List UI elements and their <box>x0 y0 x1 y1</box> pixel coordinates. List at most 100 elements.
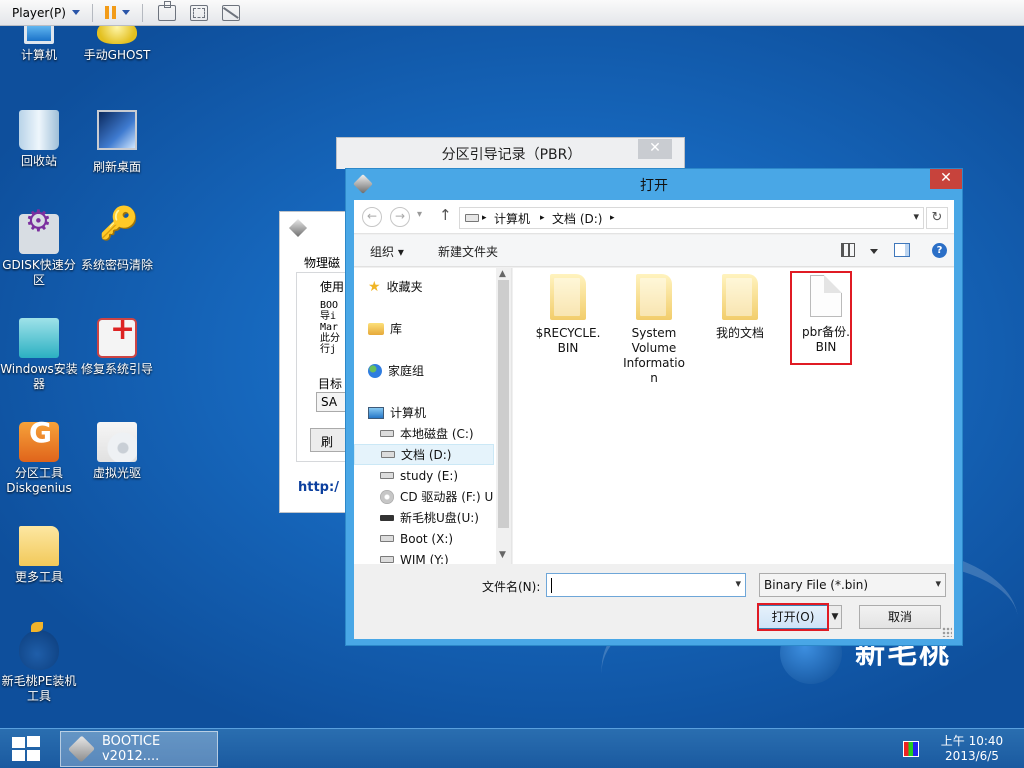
desktop-icon-gdisk[interactable]: GDISK快速分区 <box>0 214 78 288</box>
refresh-icon[interactable]: ↻ <box>926 207 948 229</box>
open-options-dropdown[interactable]: ▼ <box>828 605 842 629</box>
nav-item-drive-y[interactable]: WIM (Y:) <box>380 549 511 564</box>
use-label: 使用 <box>320 280 345 294</box>
chevron-down-icon[interactable] <box>870 249 878 254</box>
desktop-icon-more-tools[interactable]: 更多工具 <box>0 526 78 585</box>
new-folder-button[interactable]: 新建文件夹 <box>438 243 498 260</box>
nav-item-label: 新毛桃U盘(U:) <box>400 511 479 525</box>
drive-icon <box>381 451 395 458</box>
dialog-title: 打开 <box>640 178 668 194</box>
nav-item-drive-e[interactable]: study (E:) <box>380 465 511 486</box>
recent-locations-button[interactable]: ▾ <box>417 209 422 220</box>
desktop-icon-diskgenius[interactable]: 分区工具Diskgenius <box>0 422 78 496</box>
breadcrumb-item-computer[interactable]: 计算机 <box>494 210 530 227</box>
desktop-icon-password-clear[interactable]: 系统密码清除 <box>78 214 156 273</box>
nav-item-drive-c[interactable]: 本地磁盘 (C:) <box>380 423 511 444</box>
nav-item-label: 家庭组 <box>388 364 425 378</box>
desktop-icon-virtual-drive[interactable]: 虚拟光驱 <box>78 422 156 481</box>
nav-item-libraries[interactable]: 库 <box>368 318 508 339</box>
breadcrumb-item-drive-d[interactable]: 文档 (D:) <box>552 210 602 227</box>
breadcrumb[interactable]: ▸ 计算机 ▸ 文档 (D:) ▸ ▾ <box>459 207 924 229</box>
player-menu[interactable]: Player(P) <box>8 2 84 24</box>
desktop-icon-pe-installer[interactable]: 新毛桃PE装机工具 <box>0 622 78 704</box>
taskbar: BOOTICE v2012.... 上午 10:40 2013/6/5 <box>0 728 1024 768</box>
start-button[interactable] <box>10 736 42 762</box>
ghost-icon <box>97 26 137 44</box>
desktop-icon-ghost[interactable]: 手动GHOST <box>78 26 156 63</box>
resize-grip[interactable] <box>942 627 952 637</box>
clock-time: 上午 10:40 <box>940 734 1004 748</box>
nav-item-label: 库 <box>390 322 403 336</box>
drive-icon <box>380 556 394 563</box>
close-button[interactable]: ✕ <box>930 169 962 189</box>
nav-scrollbar[interactable]: ▲ ▼ <box>496 268 511 564</box>
chevron-down-icon <box>71 10 80 15</box>
send-ctrl-alt-del-icon[interactable] <box>157 0 176 21</box>
pause-icon <box>104 6 116 19</box>
up-button[interactable]: ↑ <box>439 206 452 224</box>
nav-item-label: 收藏夹 <box>386 280 423 294</box>
fullscreen-icon[interactable] <box>189 4 208 21</box>
nav-item-homegroup[interactable]: 家庭组 <box>368 360 508 381</box>
player-toolbar: Player(P) <box>0 0 1024 26</box>
pause-button[interactable] <box>101 2 134 24</box>
pbr-close-button[interactable]: ✕ <box>638 139 672 159</box>
folder-icon <box>636 274 672 320</box>
desktop-icon-label: 分区工具Diskgenius <box>6 466 72 495</box>
filename-input[interactable]: ▾ <box>546 573 746 597</box>
preview-pane-icon[interactable] <box>894 243 910 257</box>
desktop-icon-label: 更多工具 <box>14 570 63 584</box>
desktop-icon-computer[interactable]: 计算机 <box>0 26 78 63</box>
system-clock[interactable]: 上午 10:40 2013/6/5 <box>930 734 1014 764</box>
nav-item-label: 文档 (D:) <box>401 448 452 462</box>
scroll-down-icon[interactable]: ▼ <box>499 550 506 560</box>
homepage-link[interactable]: http:/ <box>298 480 339 495</box>
nav-item-label: 计算机 <box>390 406 427 420</box>
text-cursor <box>551 578 552 593</box>
file-list: $RECYCLE. BIN System Volume Informatio n… <box>513 268 954 564</box>
nav-item-label: CD 驱动器 (F:) U <box>400 490 494 504</box>
folder-icon <box>722 274 758 320</box>
filetype-select[interactable]: Binary File (*.bin) ▾ <box>759 573 946 597</box>
file-item-label: 我的文档 <box>715 326 764 340</box>
desktop-icon-repair-boot[interactable]: 修复系统引导 <box>78 318 156 377</box>
nav-item-drive-d[interactable]: 文档 (D:) <box>354 444 494 465</box>
organize-button[interactable]: 组织 ▾ <box>370 243 404 260</box>
desktop-icon-refresh[interactable]: 刷新桌面 <box>78 110 156 175</box>
file-item-recycle-bin[interactable]: $RECYCLE. BIN <box>531 268 605 356</box>
group-title: 物理磁 <box>304 256 341 270</box>
cancel-button[interactable]: 取消 <box>859 605 941 629</box>
desktop-icon-recycle-bin[interactable]: 回收站 <box>0 110 78 169</box>
scrollbar-thumb[interactable] <box>498 280 509 528</box>
back-button[interactable]: ← <box>362 207 382 227</box>
taskbar-item-bootice[interactable]: BOOTICE v2012.... <box>60 731 218 767</box>
homegroup-icon <box>368 363 382 378</box>
desktop-icon-windows-installer[interactable]: Windows安装器 <box>0 318 78 392</box>
nav-item-computer[interactable]: 计算机 <box>368 402 508 423</box>
nav-item-drive-x[interactable]: Boot (X:) <box>380 528 511 549</box>
target-label: 目标 <box>318 377 343 391</box>
command-bar: 组织 ▾ 新建文件夹 ? <box>354 235 954 267</box>
filetype-value: Binary File (*.bin) <box>764 578 869 592</box>
chevron-down-icon[interactable]: ▾ <box>735 577 741 590</box>
desktop-icon-label: 计算机 <box>20 48 57 62</box>
tray-icon[interactable] <box>903 741 919 757</box>
nav-item-favorites[interactable]: ★ 收藏夹 <box>368 276 508 297</box>
help-icon[interactable]: ? <box>932 243 947 258</box>
chevron-down-icon: ▾ <box>935 577 941 590</box>
file-item-my-documents[interactable]: 我的文档 <box>703 268 777 341</box>
key-icon <box>97 214 139 254</box>
virtual-drive-icon <box>97 422 137 462</box>
view-options-icon[interactable] <box>841 243 855 257</box>
desktop-icon-label: 手动GHOST <box>83 48 151 62</box>
scroll-up-icon[interactable]: ▲ <box>499 269 506 279</box>
folder-icon <box>550 274 586 320</box>
unity-icon[interactable] <box>221 4 240 21</box>
breadcrumb-separator: ▸ <box>610 213 615 223</box>
file-item-system-volume[interactable]: System Volume Informatio n <box>617 268 691 386</box>
desktop-icon-label: 刷新桌面 <box>92 160 141 174</box>
nav-item-drive-f[interactable]: CD 驱动器 (F:) U <box>380 486 511 507</box>
chevron-down-icon[interactable]: ▾ <box>913 210 919 223</box>
nav-item-drive-u[interactable]: 新毛桃U盘(U:) <box>380 507 511 528</box>
forward-button[interactable]: → <box>390 207 410 227</box>
